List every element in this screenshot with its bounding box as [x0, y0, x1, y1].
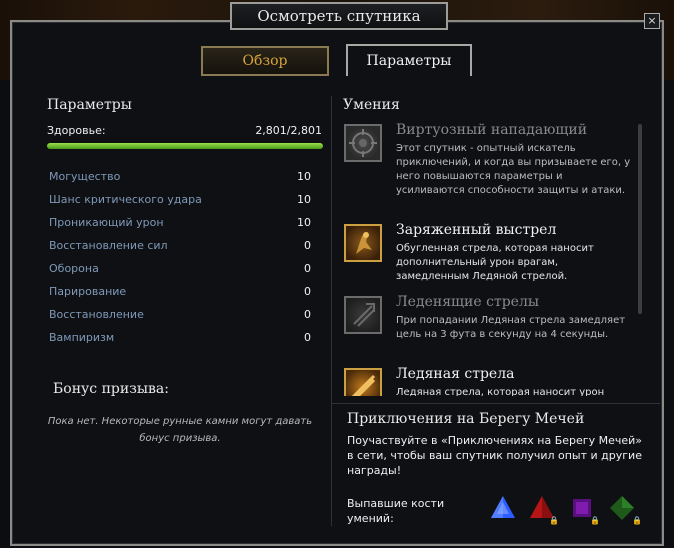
stat-name: Шанс критического удара [49, 193, 202, 206]
window-title: Осмотреть спутника [230, 2, 448, 30]
adventures-title: Приключения на Берегу Мечей [347, 411, 585, 427]
ice-arrow-icon [344, 368, 382, 396]
skills-list[interactable]: Виртуозный нападающий Этот спутник - опы… [340, 120, 636, 396]
stat-name: Могущество [49, 170, 121, 183]
tab-parameters[interactable]: Параметры [346, 44, 472, 76]
skill-ice-arrow[interactable]: Ледяная стрела Ледяная стрела, которая н… [340, 364, 630, 396]
stat-name: Проникающий урон [49, 216, 164, 229]
skill-description: Обугленная стрела, которая наносит допол… [396, 243, 594, 282]
skills-scrollbar[interactable] [638, 124, 642, 314]
close-button[interactable]: × [644, 13, 660, 29]
skill-name: Ледяная стрела [396, 366, 515, 382]
health-bar [47, 143, 323, 149]
skill-name: Леденящие стрелы [396, 294, 539, 310]
skill-description: При попадании Ледяная стрела замедляет ц… [396, 315, 626, 340]
stat-row-crit-chance: Шанс критического удара 10 [49, 193, 311, 213]
stat-value: 10 [297, 216, 311, 229]
stat-name: Восстановление [49, 308, 144, 321]
stat-value: 0 [304, 285, 311, 298]
stat-name: Вампиризм [49, 331, 115, 344]
skills-title: Умения [343, 97, 400, 113]
stat-row-life-steal: Вампиризм 0 [49, 331, 311, 351]
stat-row-defense: Оборона 0 [49, 262, 311, 282]
archer-icon [344, 224, 382, 262]
dice-label: Выпавшие кости умений: [347, 497, 445, 525]
stats-title: Параметры [47, 97, 132, 113]
blue-die-icon[interactable] [489, 494, 517, 522]
lock-icon: 🔒 [632, 516, 642, 525]
gear-emblem-icon [344, 124, 382, 162]
skill-description: Этот спутник - опытный искатель приключе… [396, 143, 631, 196]
skill-name: Виртуозный нападающий [396, 122, 588, 138]
skill-virtuoso-attacker[interactable]: Виртуозный нападающий Этот спутник - опы… [340, 120, 630, 210]
section-divider [332, 403, 660, 404]
adventures-description: Поучаствуйте в «Приключениях на Берегу М… [347, 434, 642, 477]
tab-overview[interactable]: Обзор [201, 46, 329, 76]
stat-value: 0 [304, 262, 311, 275]
health-label: Здоровье: [47, 124, 106, 137]
lock-icon: 🔒 [549, 516, 559, 525]
stat-name: Парирование [49, 285, 127, 298]
skill-frost-arrows[interactable]: Леденящие стрелы При попадании Ледяная с… [340, 292, 630, 362]
stat-row-deflect: Парирование 0 [49, 285, 311, 305]
stat-row-regeneration: Восстановление 0 [49, 308, 311, 328]
stat-row-might: Могущество 10 [49, 170, 311, 190]
bonus-title: Бонус призыва: [53, 381, 169, 397]
stat-value: 0 [304, 239, 311, 252]
stat-value: 10 [297, 170, 311, 183]
stat-row-armor-penetration: Проникающий урон 10 [49, 216, 311, 236]
stat-value: 10 [297, 193, 311, 206]
stat-row-recovery: Восстановление сил 0 [49, 239, 311, 259]
stat-name: Оборона [49, 262, 99, 275]
health-value: 2,801/2,801 [255, 124, 322, 137]
skill-charged-shot[interactable]: Заряженный выстрел Обугленная стрела, ко… [340, 220, 630, 290]
stat-value: 0 [304, 308, 311, 321]
bonus-text: Пока нет. Некоторые рунные камни могут д… [47, 416, 313, 444]
health-bar-fill [47, 143, 323, 149]
skill-name: Заряженный выстрел [396, 222, 557, 238]
skill-description: Ледяная стрела, которая наносит урон [396, 387, 605, 396]
stat-name: Восстановление сил [49, 239, 168, 252]
column-divider [331, 96, 332, 526]
lock-icon: 🔒 [590, 516, 600, 525]
frost-arrows-icon [344, 296, 382, 334]
stat-value: 0 [304, 331, 311, 344]
